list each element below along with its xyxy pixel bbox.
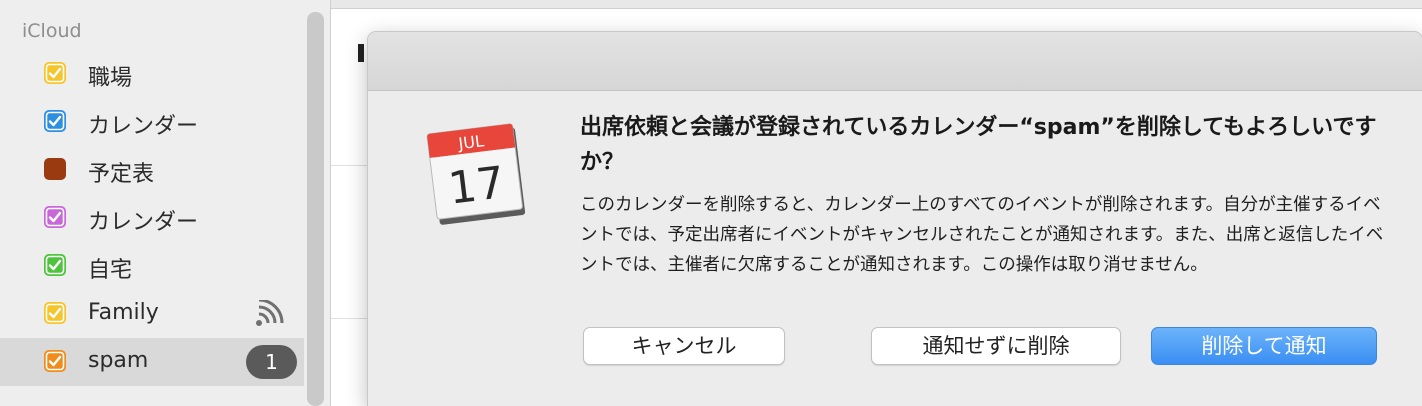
sidebar-item-label: カレンダー (88, 210, 199, 235)
calendar-sidebar: iCloud 職場 カレンダー 予定表 カレンダー 自宅 Family spam… (0, 0, 331, 406)
sidebar-item-label: 自宅 (88, 258, 133, 283)
calendar-icon-day: 17 (446, 157, 508, 214)
sidebar-item-label: Family (88, 300, 159, 325)
delete-calendar-dialog: JUL 17 出席依頼と会議が登録されているカレンダー“spam”を削除してもよ… (368, 32, 1422, 406)
cancel-button[interactable]: キャンセル (583, 327, 785, 365)
group-title-icloud: iCloud (22, 20, 82, 42)
checkbox-checked-icon[interactable] (44, 110, 66, 132)
calendar-app-icon: JUL 17 (426, 123, 526, 225)
checkbox-checked-icon[interactable] (44, 302, 66, 324)
sidebar-item-calendar-purple[interactable]: カレンダー (0, 194, 304, 242)
sidebar-scrollbar[interactable] (307, 12, 324, 406)
sidebar-item-label: spam (88, 348, 149, 373)
checkbox-checked-icon[interactable] (44, 206, 66, 228)
dialog-heading: 出席依頼と会議が登録されているカレンダー“spam”を削除してもよろしいですか？ (580, 115, 1377, 175)
dialog-titlebar (368, 32, 1422, 91)
delete-without-notify-button[interactable]: 通知せずに削除 (871, 327, 1121, 365)
sidebar-item-calendar-blue[interactable]: カレンダー (0, 98, 304, 146)
main-toolbar-edge (331, 0, 1422, 9)
sidebar-item-label: 職場 (88, 66, 133, 91)
sidebar-item-schedule[interactable]: 予定表 (0, 146, 304, 194)
sidebar-item-home[interactable]: 自宅 (0, 242, 304, 290)
main-view-fragment (358, 44, 364, 62)
checkbox-checked-icon[interactable] (44, 62, 66, 84)
checkbox-unchecked-icon[interactable] (44, 158, 66, 180)
shared-broadcast-icon[interactable] (254, 300, 288, 328)
checkbox-checked-icon[interactable] (44, 350, 66, 372)
invitation-count-badge: 1 (246, 345, 297, 379)
sidebar-item-family[interactable]: Family (0, 290, 304, 338)
sidebar-item-label: カレンダー (88, 114, 199, 139)
calendar-icon-month: JUL (456, 131, 485, 153)
checkbox-checked-icon[interactable] (44, 254, 66, 276)
sidebar-item-spam[interactable]: spam 1 (0, 338, 304, 386)
sidebar-item-work[interactable]: 職場 (0, 50, 304, 98)
delete-and-notify-button[interactable]: 削除して通知 (1151, 327, 1377, 365)
dialog-message: このカレンダーを削除すると、カレンダー上のすべてのイベントが削除されます。自分が… (580, 195, 1384, 275)
sidebar-item-label: 予定表 (88, 162, 155, 187)
